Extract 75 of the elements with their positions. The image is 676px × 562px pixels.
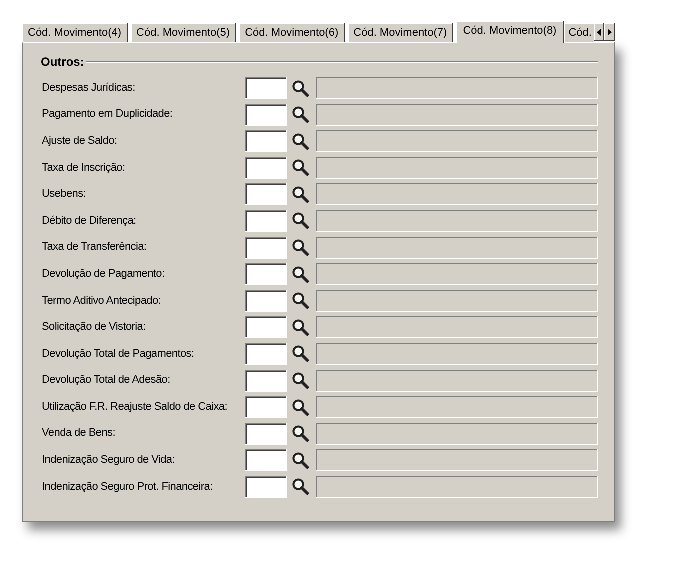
field-label: Solicitação de Vistoria: — [41, 320, 147, 336]
search-icon — [292, 212, 308, 230]
search-icon — [292, 159, 308, 176]
search-button[interactable] — [291, 318, 309, 336]
field-label: Devolução Total de Adesão: — [41, 373, 172, 388]
search-button[interactable] — [291, 372, 309, 390]
code-input-field[interactable] — [245, 104, 287, 126]
field-label: Débito de Diferença: — [41, 214, 138, 229]
search-button[interactable] — [291, 106, 309, 124]
code-input-field[interactable] — [245, 77, 287, 99]
search-icon — [292, 425, 308, 442]
search-icon — [292, 266, 308, 283]
search-button[interactable] — [291, 344, 309, 363]
code-input-field[interactable] — [245, 396, 287, 418]
code-input-field[interactable] — [245, 290, 287, 312]
search-icon — [292, 239, 308, 256]
search-icon — [292, 186, 308, 203]
code-input-field[interactable] — [245, 342, 287, 365]
search-icon — [292, 345, 308, 362]
search-button[interactable] — [291, 158, 309, 177]
code-input-field[interactable] — [245, 316, 287, 338]
tab[interactable]: Cód. Movimento(7) — [348, 23, 454, 42]
field-label: Ajuste de Saldo: — [41, 134, 118, 149]
search-button[interactable] — [291, 478, 309, 496]
right-triangle-icon — [608, 28, 612, 36]
field-label: Despesas Jurídicas: — [41, 80, 136, 96]
code-input-field[interactable] — [245, 370, 287, 392]
search-icon — [292, 318, 308, 336]
field-label: Pagamento em Duplicidade: — [41, 107, 174, 122]
code-input-field[interactable] — [245, 210, 287, 232]
field-label: Devolução de Pagamento: — [41, 266, 166, 282]
search-icon — [292, 478, 308, 496]
field-label: Utilização F.R. Reajuste Saldo de Caixa: — [41, 400, 228, 415]
left-triangle-icon — [597, 28, 602, 36]
field-label: Devolução Total de Pagamentos: — [41, 346, 196, 362]
code-input-field[interactable] — [245, 156, 287, 179]
search-button[interactable] — [291, 79, 309, 97]
code-input-field[interactable] — [245, 422, 287, 445]
search-icon — [292, 80, 308, 96]
code-input-field[interactable] — [245, 263, 287, 286]
field-label: Venda de Bens: — [41, 426, 116, 442]
code-input-field[interactable] — [245, 449, 287, 472]
field-label: Termo Aditivo Antecipado: — [41, 294, 162, 308]
scroll-right-button[interactable] — [604, 23, 615, 41]
tab[interactable]: Cód. Movimento(6) — [239, 23, 345, 42]
search-button[interactable] — [291, 398, 309, 416]
code-input-field[interactable] — [245, 183, 287, 206]
search-button[interactable] — [291, 238, 309, 257]
search-button[interactable] — [291, 265, 309, 284]
search-icon — [292, 292, 308, 310]
field-label: Indenização Seguro de Vida: — [41, 453, 176, 468]
search-button[interactable] — [291, 424, 309, 443]
search-button[interactable] — [291, 212, 309, 230]
field-label: Usebens: — [41, 187, 88, 202]
code-input-field[interactable] — [245, 476, 287, 498]
tab[interactable]: Cód. Movimento(5) — [130, 23, 236, 42]
code-input-field[interactable] — [245, 130, 287, 152]
search-icon — [292, 372, 308, 390]
search-button[interactable] — [291, 292, 309, 310]
group-title: Outros: — [40, 54, 84, 71]
tab[interactable]: Cód. Movimento(4) — [22, 23, 128, 42]
search-icon — [292, 452, 308, 469]
search-button[interactable] — [291, 185, 309, 204]
scroll-left-button[interactable] — [594, 23, 604, 41]
search-button[interactable] — [291, 132, 309, 150]
tab[interactable]: Cód. Movimento(8) — [456, 21, 564, 43]
search-icon — [292, 132, 308, 150]
search-button[interactable] — [291, 451, 309, 470]
search-icon — [292, 398, 308, 416]
tab[interactable]: Cód. — [564, 23, 594, 42]
field-label: Taxa de Transferência: — [41, 240, 148, 256]
field-label: Taxa de Inscrição: — [41, 160, 126, 176]
code-input-field[interactable] — [245, 236, 287, 259]
search-icon — [292, 106, 308, 124]
field-label: Indenização Seguro Prot. Financeira: — [41, 480, 214, 495]
